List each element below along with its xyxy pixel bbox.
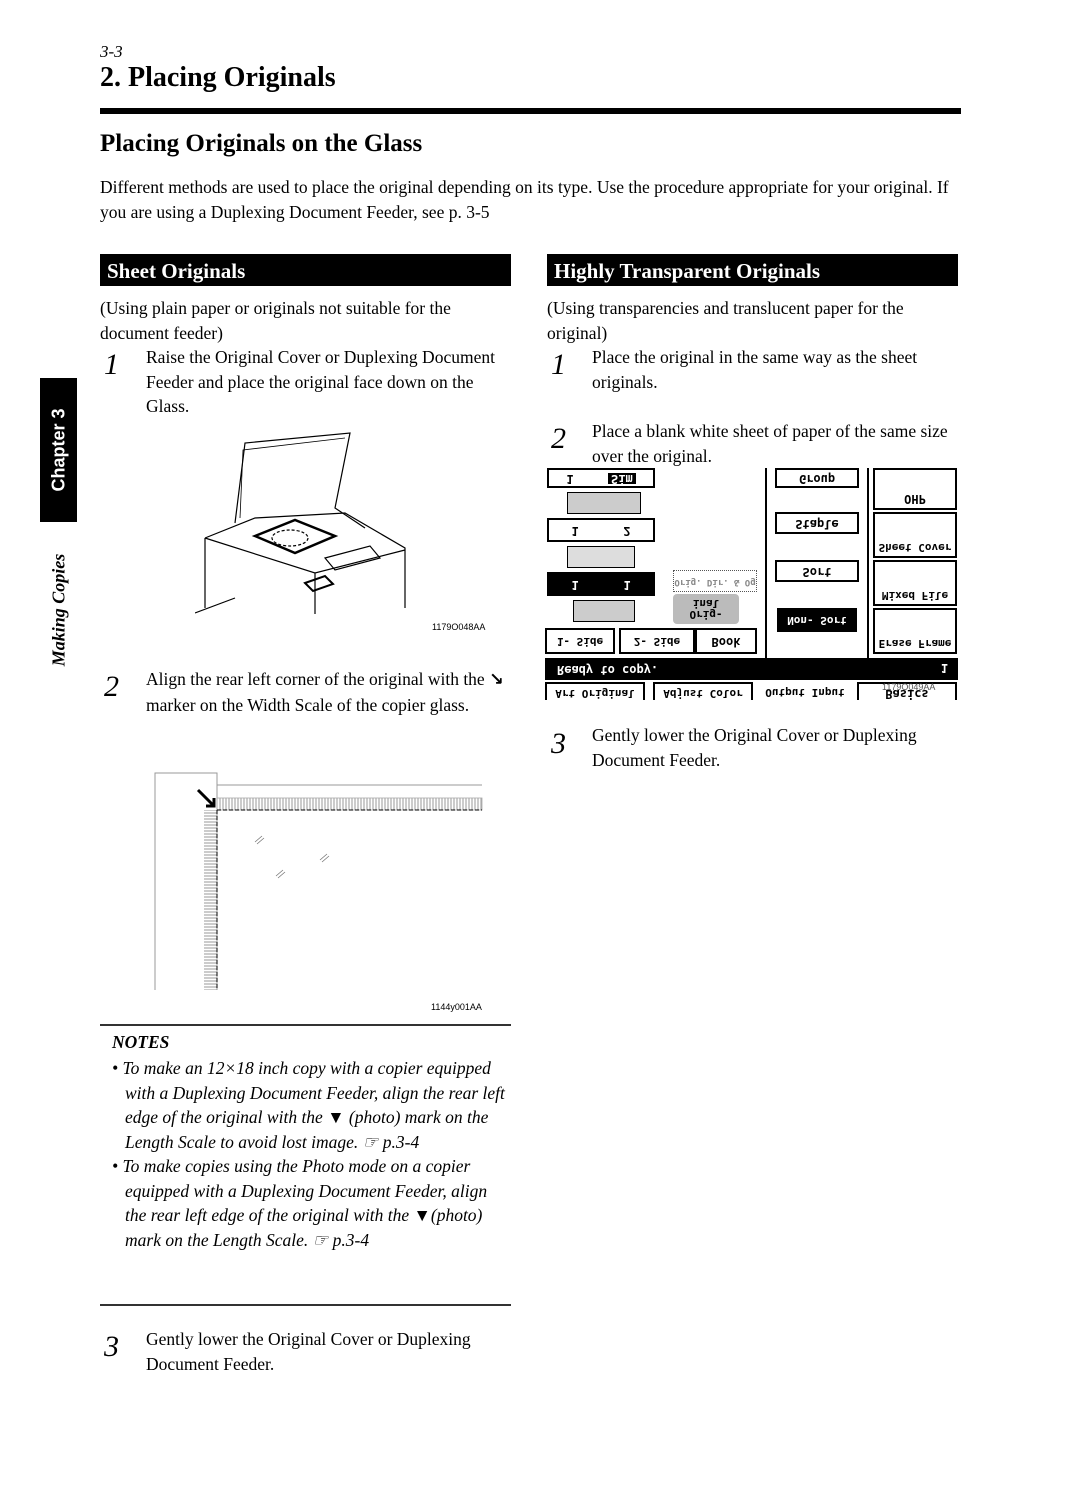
page-reference-link[interactable]: ☞ p.3-4 (313, 1230, 370, 1250)
step-number: 1 (551, 348, 566, 381)
panel-row-button: 12 (547, 518, 655, 542)
step-number: 3 (104, 1330, 119, 1363)
status-bar: Ready to copy. 1 (545, 658, 958, 680)
panel-row-button: 11 (547, 572, 655, 596)
step-text-part: marker on the Width Scale of the copier … (146, 694, 470, 715)
step-text: Gently lower the Original Cover or Duple… (146, 1329, 471, 1374)
finish-button: Staple (775, 512, 859, 534)
notes-top-rule (100, 1024, 511, 1026)
special-button: Sheet Cover (873, 512, 957, 558)
copy-count: 1 (940, 661, 948, 675)
step-number: 2 (551, 422, 566, 455)
step-text: Raise the Original Cover or Duplexing Do… (146, 347, 495, 416)
duplex-icon (567, 492, 641, 514)
finish-button: Sort (775, 560, 859, 582)
transparent-originals-subtitle: (Using transparencies and translucent pa… (547, 298, 904, 343)
page-number: 3-3 (100, 42, 123, 61)
duplex-icon (567, 546, 635, 568)
panel-tab: 1- Side (545, 628, 615, 654)
step-number: 2 (104, 670, 119, 703)
transparent-originals-header: Highly Transparent Originals (547, 254, 958, 286)
section-title: Placing Originals on the Glass (100, 130, 423, 157)
step-text: Gently lower the Original Cover or Duple… (592, 725, 917, 770)
chapter-tab-label: Chapter 3 (48, 408, 68, 492)
chapter-tab: Chapter 3 (40, 378, 77, 522)
bottom-tab: Output Input (757, 680, 853, 700)
step-number: 1 (104, 348, 119, 381)
figure-label: 1179O049AA (882, 682, 936, 692)
chapter-title: 2. Placing Originals (100, 62, 336, 93)
width-scale-illustration (154, 772, 483, 990)
finish-button: Non- Sort (777, 608, 857, 632)
sheet-originals-subtitle: (Using plain paper or originals not suit… (100, 298, 451, 343)
note-text: To make an 12×18 inch copy with a copier… (122, 1058, 505, 1152)
finish-button: Group (775, 468, 859, 488)
note-item: • To make an 12×18 inch copy with a copi… (112, 1058, 505, 1152)
status-text: Ready to copy. (557, 663, 659, 677)
special-button: Erase Frame (873, 608, 957, 654)
title-rule (100, 108, 961, 114)
duplex-icon (573, 600, 635, 622)
figure-label: 1144y001AA (431, 1002, 482, 1012)
bottom-tab: Adjust Color (653, 682, 753, 700)
note-text: To make copies using the Photo mode on a… (122, 1156, 488, 1250)
step-text: Align the rear left corner of the origin… (146, 667, 516, 717)
panel-tab: 2- Side (619, 628, 695, 654)
step-text-part: Align the rear left corner of the origin… (146, 669, 485, 689)
copier-illustration (195, 432, 406, 614)
special-button: OHP (873, 468, 957, 510)
section-tab: Making Copies (40, 540, 77, 680)
width-scale-marker-icon: ↘ (489, 670, 504, 690)
bottom-tab: Art Original (545, 682, 645, 700)
figure-label: 1179O048AA (432, 622, 486, 632)
note-item: • To make copies using the Photo mode on… (112, 1156, 488, 1250)
intro-paragraph: Different methods are used to place the … (100, 177, 949, 222)
step-text: Place a blank white sheet of paper of th… (592, 421, 948, 466)
page-reference-link[interactable]: ☞ p.3-4 (363, 1132, 420, 1152)
special-button: Mixed File (873, 560, 957, 606)
sheet-originals-header: Sheet Originals (100, 254, 511, 286)
control-panel-illustration: 1 Sim 12 11 Orig. Dir. & Og Orig- inal 1-… (545, 468, 958, 700)
step-number: 3 (551, 727, 566, 760)
notes-title: NOTES (112, 1032, 170, 1052)
panel-tab: Book (695, 628, 757, 654)
original-button: Orig- inal (673, 594, 739, 624)
notes-bottom-rule (100, 1304, 511, 1306)
orig-direction-button: Orig. Dir. & Og (673, 570, 757, 592)
notes-list: • To make an 12×18 inch copy with a copi… (112, 1056, 512, 1252)
panel-row-button: 1 Sim (547, 468, 655, 488)
section-tab-label: Making Copies (48, 553, 68, 667)
step-text: Place the original in the same way as th… (592, 347, 918, 392)
